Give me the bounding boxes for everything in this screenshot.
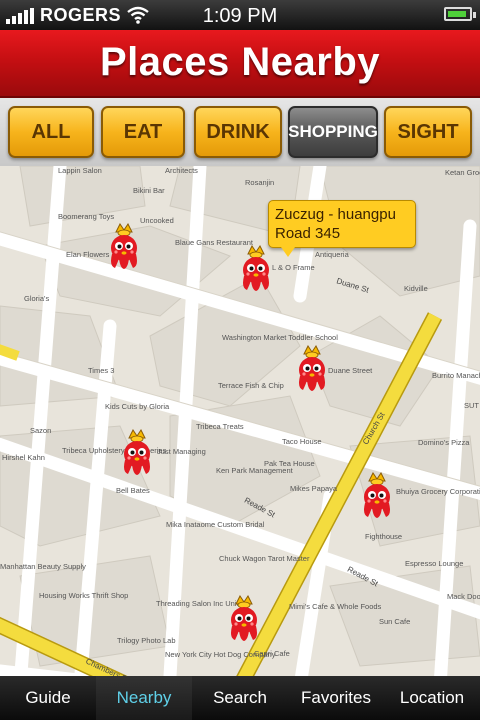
map-place-label: Gloria's bbox=[24, 294, 50, 303]
map-place-label: Lappin Salon bbox=[58, 166, 102, 175]
mascot-pin-icon[interactable] bbox=[119, 428, 155, 478]
map-place-label: Housing Works Thrift Shop bbox=[39, 591, 129, 600]
filter-drink-button[interactable]: DRINK bbox=[194, 106, 282, 158]
map-place-label: Sazon bbox=[30, 426, 52, 435]
page-title: Places Nearby bbox=[99, 40, 380, 84]
map-place-label: Ketan Grocery bbox=[445, 168, 480, 177]
tab-nearby[interactable]: Nearby bbox=[96, 676, 192, 720]
mascot-pin-icon[interactable] bbox=[226, 594, 262, 644]
mascot-pin-icon[interactable] bbox=[359, 471, 395, 521]
map-place-label: Bell Bates bbox=[116, 486, 150, 495]
map-place-label: Duane Street bbox=[328, 366, 373, 375]
callout-pointer bbox=[281, 247, 295, 257]
title-bar: Places Nearby bbox=[0, 30, 480, 98]
map-place-label: Mika Inataome Custom Bridal bbox=[166, 520, 265, 529]
map-place-label: Washington Market Toddler School bbox=[222, 333, 338, 342]
map-place-label: Burrito Manache bbox=[432, 371, 480, 380]
status-bar: ROGERS 1:09 PM bbox=[0, 0, 480, 30]
tab-favorites[interactable]: Favorites bbox=[288, 676, 384, 720]
map-place-label: Mimi's Cafe & Whole Foods bbox=[289, 602, 382, 611]
map-place-label: Sun Cafe bbox=[379, 617, 411, 626]
tab-location[interactable]: Location bbox=[384, 676, 480, 720]
bottom-tab-bar: Guide Nearby Search Favorites Location bbox=[0, 676, 480, 720]
mascot-pin-icon[interactable] bbox=[238, 244, 274, 294]
mascot-pin-icon[interactable] bbox=[294, 344, 330, 394]
map-place-label: Bikini Bar bbox=[133, 186, 165, 195]
map-place-label: Espresso Lounge bbox=[405, 559, 464, 568]
map-place-label: Bhuiya Grocery Corporation bbox=[396, 487, 480, 496]
map-place-label: SUT NE bbox=[464, 401, 480, 410]
map-place-label: Taco House bbox=[282, 437, 322, 446]
callout-name: Zuczug - huangpu bbox=[275, 206, 396, 223]
map-place-label: Ken Park Management bbox=[216, 466, 293, 475]
map-place-label: Rosanjin bbox=[245, 178, 275, 187]
map-view[interactable]: Architects Rosanjin Ketan Grocery Lappin… bbox=[0, 166, 480, 676]
map-place-label: Architects bbox=[165, 166, 198, 175]
map-place-label: Elan Flowers bbox=[66, 250, 110, 259]
map-place-label: Manhattan Beauty Supply bbox=[0, 562, 86, 571]
map-place-label: L & O Frame bbox=[272, 263, 315, 272]
mascot-pin-icon[interactable] bbox=[106, 222, 142, 272]
map-place-label: Boomerang Toys bbox=[58, 212, 115, 221]
tab-guide[interactable]: Guide bbox=[0, 676, 96, 720]
filter-shopping-button[interactable]: SHOPPING bbox=[288, 106, 378, 158]
map-place-label: Just Managing bbox=[157, 447, 206, 456]
map-place-label: Terrace Fish & Chip bbox=[218, 381, 284, 390]
map-place-label: Tribeca Treats bbox=[196, 422, 244, 431]
battery-icon bbox=[444, 7, 476, 21]
map-place-label: Domino's Pizza bbox=[418, 438, 470, 447]
callout-address: Road 345 bbox=[275, 225, 341, 242]
map-place-label: Fighthouse bbox=[365, 532, 403, 541]
map-place-label: Uncooked bbox=[140, 216, 174, 225]
map-place-label: Mikes Papaya bbox=[290, 484, 338, 493]
map-place-label: Chuck Wagon Tarot Master bbox=[219, 554, 310, 563]
filter-sight-button[interactable]: SIGHT bbox=[384, 106, 472, 158]
map-place-label: Capri Cafe bbox=[254, 649, 290, 658]
status-time: 1:09 PM bbox=[202, 5, 278, 27]
tab-search[interactable]: Search bbox=[192, 676, 288, 720]
map-place-label: Hirshel Kahn bbox=[2, 453, 45, 462]
filter-all-button[interactable]: ALL bbox=[8, 106, 94, 158]
place-callout[interactable]: Zuczug - huangpu Road 345 bbox=[268, 200, 416, 257]
map-place-label: Times 3 bbox=[88, 366, 115, 375]
map-place-label: Kids Cuts by Gloria bbox=[105, 402, 170, 411]
filter-eat-button[interactable]: EAT bbox=[101, 106, 185, 158]
map-place-label: Mack Door Co bbox=[447, 592, 480, 601]
map-place-label: Antiqueria bbox=[315, 250, 349, 259]
map-place-label: Kidville bbox=[404, 284, 428, 293]
category-filter-bar: ALL EAT DRINK SHOPPING SIGHT bbox=[0, 98, 480, 167]
map-place-label: Trilogy Photo Lab bbox=[117, 636, 176, 645]
